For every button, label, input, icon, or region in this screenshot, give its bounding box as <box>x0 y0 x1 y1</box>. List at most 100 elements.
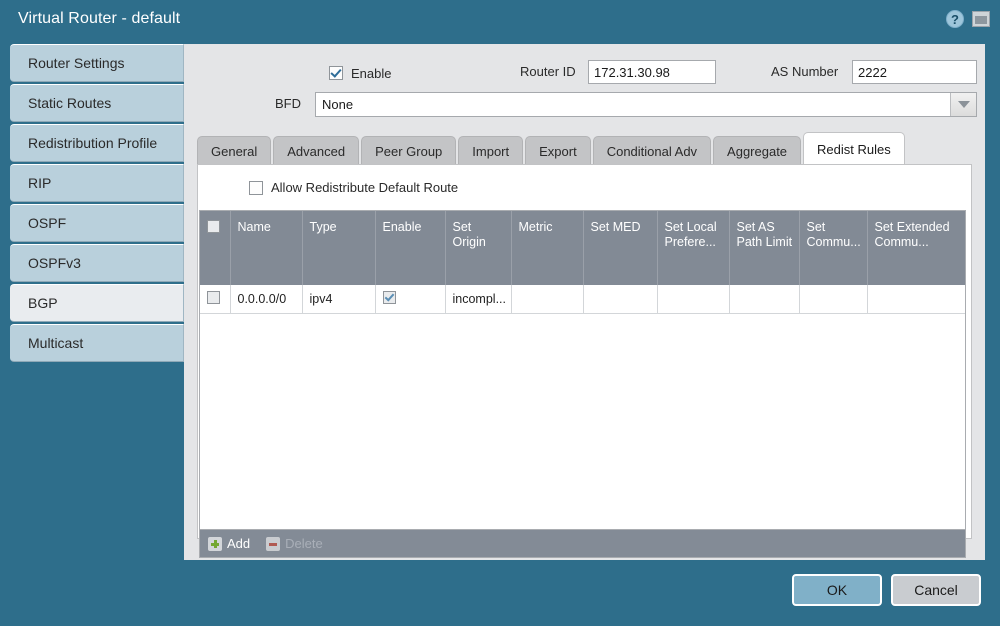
sidebar-item-label: BGP <box>28 295 58 311</box>
redist-rules-panel: Allow Redistribute Default Route Name Typ… <box>197 164 972 558</box>
cell-type: ipv4 <box>302 285 376 314</box>
tab-label: Peer Group <box>375 143 443 159</box>
column-header-label: Metric <box>518 220 553 234</box>
table-header-row: Name Type Enable Set Origin Metric Set MED Set… <box>200 211 965 285</box>
sidebar-item-label: RIP <box>28 175 52 191</box>
redist-rules-table: Name Type Enable Set Origin Metric Set MED Set… <box>200 211 965 314</box>
column-header-enable[interactable]: Enable <box>375 211 446 285</box>
add-button[interactable]: Add <box>208 536 250 551</box>
bfd-dropdown[interactable]: None <box>315 92 977 117</box>
tab-aggregate[interactable]: Aggregate <box>713 136 802 165</box>
column-header-set-med[interactable]: Set MED <box>583 211 658 285</box>
column-header-label: Set AS Path Limit <box>736 220 793 249</box>
enable-checkbox-group[interactable]: Enable <box>329 66 391 81</box>
tab-label: Conditional Adv <box>606 143 698 159</box>
tab-label: Aggregate <box>727 143 788 159</box>
main-panel: Enable Router ID AS Number BFD None Gene… <box>184 44 985 560</box>
tab-export[interactable]: Export <box>525 136 591 165</box>
window-restore-icon[interactable] <box>972 11 990 27</box>
chevron-down-icon <box>957 101 970 108</box>
tab-label: General <box>211 143 258 159</box>
minus-icon <box>266 536 281 551</box>
sidebar-item-label: Multicast <box>28 335 84 351</box>
tab-general[interactable]: General <box>197 136 272 165</box>
table-empty-area <box>200 314 965 529</box>
cell-set-as-path-limit <box>729 285 800 314</box>
sidebar-item-bgp[interactable]: BGP <box>10 284 184 322</box>
tab-import[interactable]: Import <box>458 136 524 165</box>
sidebar-item-label: OSPFv3 <box>28 255 81 271</box>
sidebar-item-multicast[interactable]: Multicast <box>10 324 184 362</box>
cell-set-community <box>799 285 868 314</box>
column-header-type[interactable]: Type <box>302 211 376 285</box>
sidebar-item-static-routes[interactable]: Static Routes <box>10 84 184 122</box>
sidebar-item-rip[interactable]: RIP <box>10 164 184 202</box>
select-all-header <box>200 211 231 285</box>
enable-checkbox[interactable] <box>329 66 343 80</box>
cell-set-origin: incompl... <box>445 285 512 314</box>
row-select-checkbox[interactable] <box>207 291 220 304</box>
tab-label: Export <box>539 143 577 159</box>
ok-button[interactable]: OK <box>792 574 882 606</box>
cell-set-med <box>583 285 658 314</box>
column-header-set-commu[interactable]: Set Commu... <box>799 211 868 285</box>
enable-label: Enable <box>351 65 392 81</box>
column-header-label: Enable <box>382 220 422 234</box>
tab-peer-group[interactable]: Peer Group <box>361 136 457 165</box>
cell-set-extended-community <box>867 285 965 314</box>
sidebar: Router Settings Static Routes Redistributi… <box>0 44 184 364</box>
column-header-metric[interactable]: Metric <box>511 211 584 285</box>
sidebar-item-label: Static Routes <box>28 95 112 111</box>
cell-metric <box>511 285 584 314</box>
column-header-label: Type <box>309 220 337 234</box>
allow-default-route-label: Allow Redistribute Default Route <box>271 180 459 195</box>
select-all-checkbox[interactable] <box>207 220 220 233</box>
allow-default-route-checkbox[interactable] <box>249 180 263 195</box>
redist-rules-table-container: Name Type Enable Set Origin Metric Set MED Set… <box>199 210 966 530</box>
column-header-label: Name <box>237 220 271 234</box>
titlebar-icon-group: ? <box>946 10 990 28</box>
cell-set-local-preference <box>657 285 730 314</box>
sidebar-item-label: OSPF <box>28 215 67 231</box>
sidebar-item-ospfv3[interactable]: OSPFv3 <box>10 244 184 282</box>
bfd-label: BFD <box>275 96 301 111</box>
tab-label: Advanced <box>287 143 346 159</box>
bfd-dropdown-button[interactable] <box>950 93 976 116</box>
sidebar-item-ospf[interactable]: OSPF <box>10 204 184 242</box>
table-toolbar: Add Delete <box>199 530 966 558</box>
tab-redist-rules[interactable]: Redist Rules <box>803 132 905 165</box>
column-header-label: Set Commu... <box>806 220 861 249</box>
table-header: Name Type Enable Set Origin Metric Set MED Set… <box>200 211 965 285</box>
row-enable-checkbox[interactable] <box>382 291 396 304</box>
bfd-selected-value: None <box>322 97 354 112</box>
sidebar-item-router-settings[interactable]: Router Settings <box>10 44 184 82</box>
table-body: 0.0.0.0/0 ipv4 incompl... <box>200 285 965 314</box>
column-header-set-as-path-limit[interactable]: Set AS Path Limit <box>729 211 800 285</box>
tab-advanced[interactable]: Advanced <box>273 136 360 165</box>
delete-button-label: Delete <box>285 536 323 551</box>
window-titlebar: Virtual Router - default ? <box>0 0 1000 38</box>
column-header-set-origin[interactable]: Set Origin <box>445 211 512 285</box>
column-header-label: Set Extended Commu... <box>874 220 950 249</box>
tab-label: Import <box>472 143 510 159</box>
as-number-input[interactable] <box>852 60 977 84</box>
tab-conditional-adv[interactable]: Conditional Adv <box>592 136 712 165</box>
table-row[interactable]: 0.0.0.0/0 ipv4 incompl... <box>200 285 965 314</box>
router-id-input[interactable] <box>588 60 716 84</box>
column-header-set-local-prefere[interactable]: Set Local Prefere... <box>657 211 730 285</box>
tab-label: Redist Rules <box>817 141 891 157</box>
add-button-label: Add <box>227 536 251 551</box>
column-header-name[interactable]: Name <box>230 211 303 285</box>
row-select-cell[interactable] <box>200 285 231 314</box>
delete-button[interactable]: Delete <box>266 536 323 551</box>
cancel-button[interactable]: Cancel <box>891 574 981 606</box>
allow-default-route-group[interactable]: Allow Redistribute Default Route <box>249 180 458 195</box>
sidebar-item-redistribution-profile[interactable]: Redistribution Profile <box>10 124 184 162</box>
row-enable-cell[interactable] <box>375 285 446 314</box>
column-header-label: Set MED <box>590 220 641 234</box>
bfd-row: BFD None <box>184 92 985 118</box>
column-header-set-extended-commu[interactable]: Set Extended Commu... <box>867 211 965 285</box>
plus-icon <box>208 536 222 551</box>
help-circle-icon[interactable]: ? <box>946 10 964 28</box>
as-number-label: AS Number <box>771 64 839 79</box>
